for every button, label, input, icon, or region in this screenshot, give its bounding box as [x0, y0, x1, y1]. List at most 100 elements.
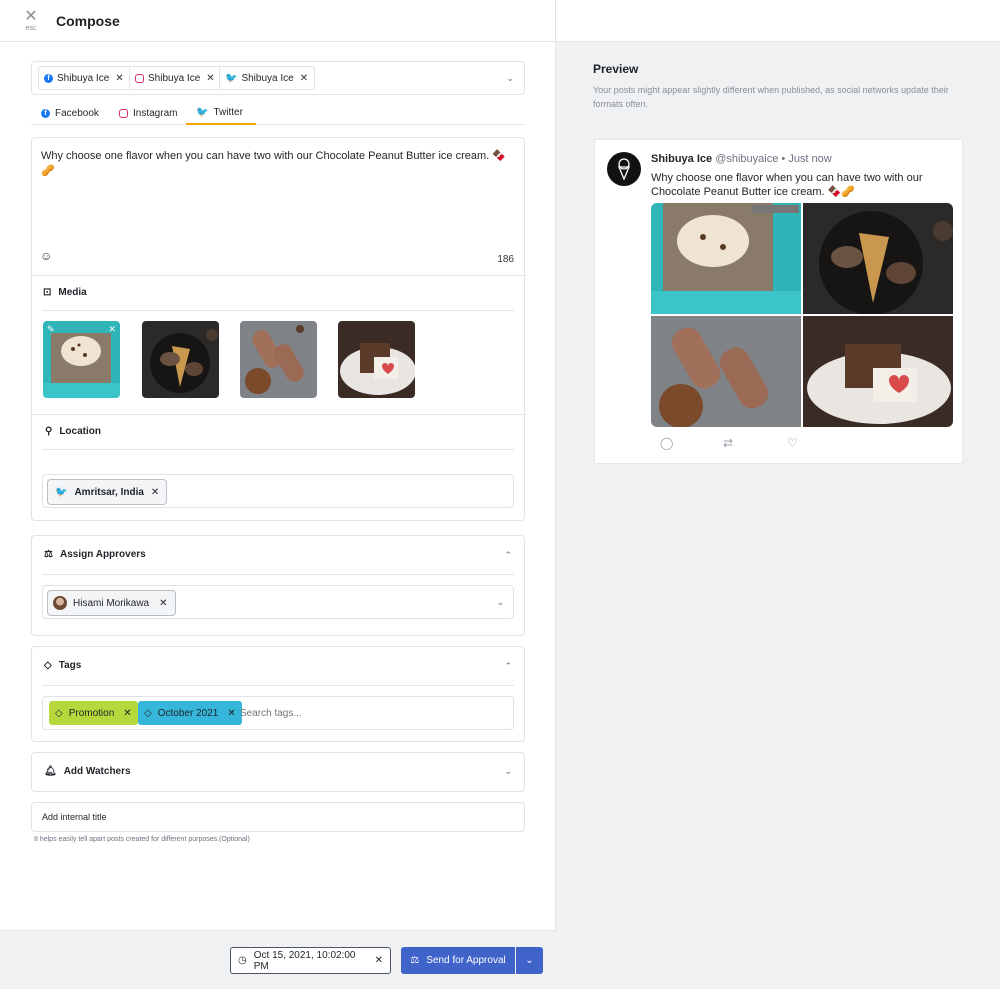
tab-instagram[interactable]: Instagram: [109, 101, 187, 125]
tweet-handle: @shibuyaice: [715, 153, 779, 165]
twitter-icon: 🐦: [225, 72, 238, 84]
tweet-author: Shibuya Ice @shibuyaice • Just now: [651, 153, 832, 165]
tag-chip[interactable]: ◇ October 2021 ✕: [138, 701, 242, 725]
character-count: 186: [497, 254, 514, 265]
post-editor: Why choose one flavor when you can have …: [31, 137, 526, 521]
instagram-icon: [119, 108, 128, 118]
tab-facebook[interactable]: f Facebook: [31, 101, 109, 125]
location-label: Location: [59, 426, 101, 437]
tweet-image: [651, 316, 801, 427]
tags-label: Tags: [58, 660, 82, 671]
tweet-name: Shibuya Ice: [651, 153, 713, 165]
tweet-image: [651, 203, 801, 314]
like-icon: ♡: [787, 436, 798, 450]
media-thumbnail[interactable]: [338, 321, 415, 398]
twitter-icon: 🐦: [196, 106, 209, 118]
divider: [42, 449, 514, 450]
twitter-icon: 🐦: [55, 486, 68, 498]
watchers-section[interactable]: 🔔︎ Add Watchers ⌄: [31, 752, 525, 792]
tags-header[interactable]: ◇ Tags: [44, 660, 81, 671]
avatar: [607, 152, 641, 186]
schedule-datetime-button[interactable]: ◷ Oct 15, 2021, 10:02:00 PM ✕: [230, 947, 391, 974]
chevron-down-icon[interactable]: ⌄: [496, 597, 504, 608]
close-icon: ✕: [24, 8, 38, 25]
account-chip-twitter[interactable]: 🐦 Shibuya Ice ✕: [219, 66, 316, 90]
tag-chip[interactable]: ◇ Promotion ✕: [49, 701, 138, 725]
tweet-media-grid: [651, 203, 953, 427]
clear-icon[interactable]: ✕: [375, 955, 383, 966]
media-thumbnail[interactable]: [240, 321, 317, 398]
emoji-icon[interactable]: ☺: [40, 249, 52, 263]
internal-title-helper: It helps easily tell apart posts created…: [34, 836, 250, 843]
send-label: Send for Approval: [426, 955, 506, 966]
tweet-text: Why choose one flavor when you can have …: [651, 172, 923, 198]
send-for-approval-button[interactable]: ⚖ Send for Approval: [401, 947, 515, 974]
remove-icon[interactable]: ✕: [108, 324, 116, 335]
tag-icon: ◇: [55, 707, 63, 719]
tab-label: Facebook: [55, 107, 99, 119]
stamp-icon: ⚖: [44, 549, 53, 560]
approver-select[interactable]: Hisami Morikawa ✕ ⌄: [42, 585, 514, 619]
reply-icon: ◯: [660, 436, 674, 450]
search-tags-input[interactable]: [240, 708, 440, 719]
clock-icon: ◷: [238, 955, 247, 966]
tweet-image: [803, 203, 953, 314]
tab-twitter[interactable]: 🐦 Twitter: [186, 101, 256, 125]
account-chip-facebook[interactable]: f Shibuya Ice ✕: [38, 66, 131, 90]
divider: [32, 275, 526, 276]
media-thumbnail[interactable]: [142, 321, 219, 398]
remove-icon[interactable]: ✕: [159, 598, 167, 609]
tweet-image: [803, 316, 953, 427]
esc-hint: esc: [25, 25, 37, 32]
tab-label: Twitter: [213, 106, 243, 118]
preview-description: Your posts might appear slightly differe…: [593, 85, 949, 109]
internal-title-field[interactable]: Add internal title: [31, 802, 525, 832]
retweet-icon: ⇄: [723, 436, 734, 450]
chevron-down-icon[interactable]: ⌄: [506, 73, 514, 84]
tags-input[interactable]: ◇ Promotion ✕ ◇ October 2021 ✕: [42, 696, 514, 730]
facebook-icon: f: [44, 73, 53, 83]
instagram-icon: [135, 73, 144, 83]
remove-icon[interactable]: ✕: [123, 708, 131, 719]
location-pin-icon: ⚲: [45, 426, 53, 437]
edit-icon[interactable]: ✎: [47, 324, 55, 335]
account-selector[interactable]: f Shibuya Ice ✕ Shibuya Ice ✕ 🐦 Shibuya …: [31, 61, 525, 95]
approvers-section: ⚖ Assign Approvers ⌃ Hisami Morikawa ✕ ⌄: [31, 535, 525, 636]
chevron-up-icon[interactable]: ⌃: [504, 550, 512, 561]
remove-icon[interactable]: ✕: [300, 73, 308, 84]
tags-section: ◇ Tags ⌃ ◇ Promotion ✕ ◇ October 2021 ✕: [31, 646, 525, 742]
send-options-dropdown[interactable]: ⌄: [516, 947, 543, 974]
approvers-header[interactable]: ⚖ Assign Approvers: [44, 549, 146, 560]
media-thumbnail[interactable]: ✎ ✕: [43, 321, 120, 398]
ice-cream-logo-icon: [618, 158, 630, 180]
remove-icon[interactable]: ✕: [206, 73, 214, 84]
media-label: Media: [58, 287, 87, 298]
account-chip-instagram[interactable]: Shibuya Ice ✕: [129, 66, 222, 90]
tag-icon: ◇: [44, 660, 52, 671]
remove-icon[interactable]: ✕: [115, 73, 123, 84]
tweet-time: • Just now: [781, 153, 832, 165]
compose-header: ✕ esc Compose: [0, 0, 556, 42]
remove-icon[interactable]: ✕: [227, 708, 235, 719]
tag-chip-label: Promotion: [68, 707, 115, 719]
location-input[interactable]: 🐦 Amritsar, India ✕: [42, 474, 514, 508]
close-button[interactable]: ✕ esc: [22, 8, 40, 34]
preview-title: Preview: [593, 62, 639, 76]
image-icon: ⊡: [43, 287, 52, 298]
schedule-datetime: Oct 15, 2021, 10:02:00 PM: [253, 949, 356, 972]
remove-icon[interactable]: ✕: [151, 487, 159, 498]
network-tabs: f Facebook Instagram 🐦 Twitter: [31, 101, 525, 125]
compose-footer: ◷ Oct 15, 2021, 10:02:00 PM ✕ ⚖ Send for…: [0, 930, 556, 989]
approvers-label: Assign Approvers: [59, 549, 146, 560]
approver-name: Hisami Morikawa: [73, 597, 150, 609]
chevron-up-icon[interactable]: ⌃: [504, 661, 512, 672]
chevron-down-icon[interactable]: ⌄: [504, 766, 512, 777]
internal-title-placeholder: Add internal title: [42, 812, 107, 822]
location-chip[interactable]: 🐦 Amritsar, India ✕: [47, 479, 168, 505]
divider: [42, 574, 514, 575]
approver-chip[interactable]: Hisami Morikawa ✕: [47, 590, 176, 616]
post-textarea[interactable]: Why choose one flavor when you can have …: [41, 149, 511, 179]
page-title: Compose: [56, 13, 120, 29]
tweet-preview-card: Shibuya Ice @shibuyaice • Just now Why c…: [594, 139, 963, 464]
bell-icon: 🔔︎: [44, 766, 57, 777]
